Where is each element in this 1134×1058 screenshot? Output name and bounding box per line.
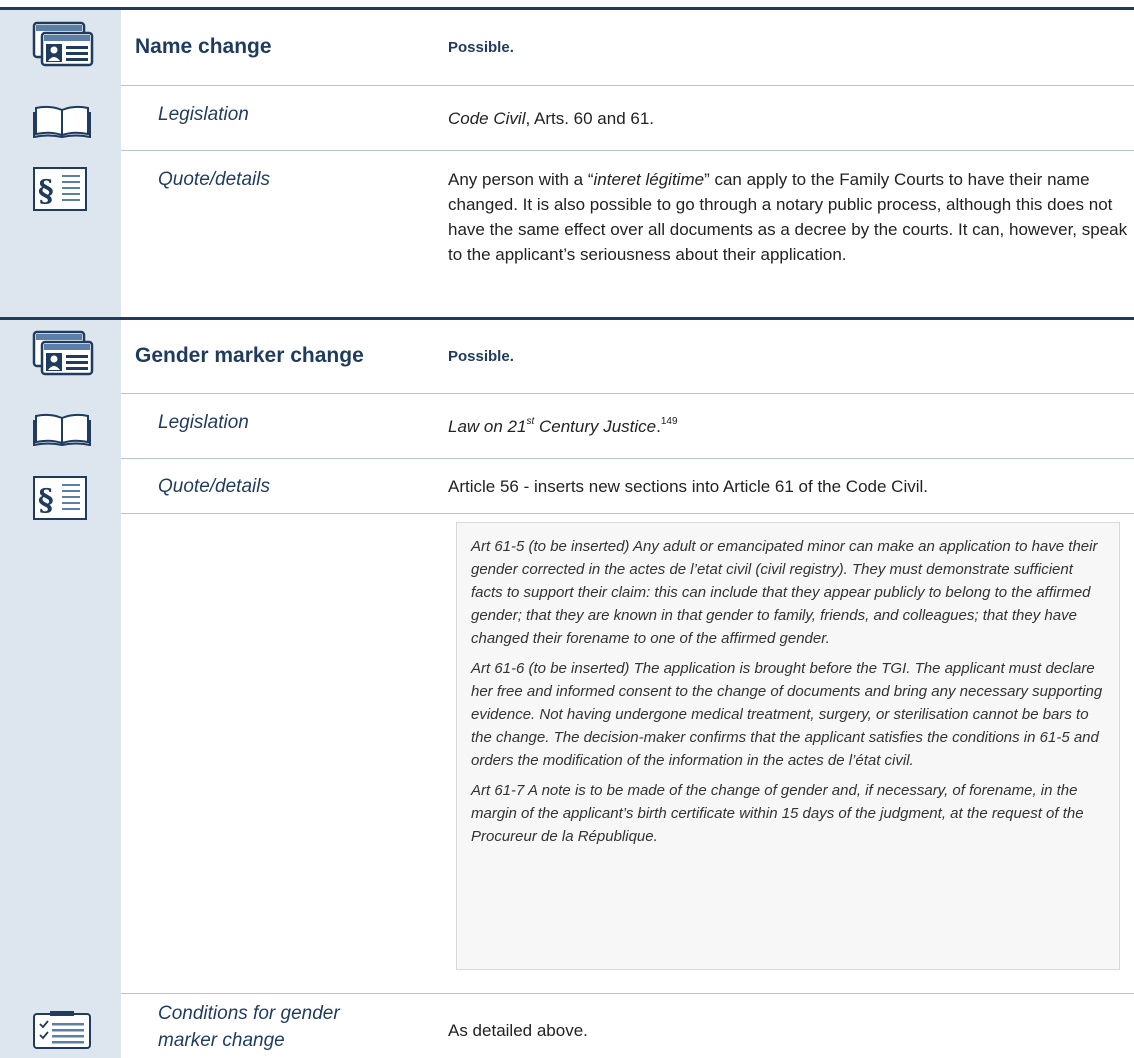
paragraph-document-icon: § (32, 166, 88, 217)
checklist-icon (32, 1010, 92, 1055)
legislation-title: Law on 21st Century Justice (448, 417, 657, 437)
page: Name change Possible. Legislation Code C… (0, 0, 1134, 1058)
section-rule (0, 317, 1134, 320)
conditions-label-line1: Conditions for gender (158, 1003, 340, 1024)
details-term: interet légitime (593, 170, 705, 189)
svg-text:§: § (38, 483, 54, 518)
legislation-articles: , Arts. 60 and 61. (525, 109, 655, 128)
divider (121, 85, 1134, 86)
conditions-label-line2: marker change (158, 1030, 285, 1051)
section-title: Gender marker change (135, 344, 364, 367)
legislation-title: Code Civil (448, 109, 526, 128)
details-label: Quote/details (158, 476, 270, 497)
book-icon (32, 412, 92, 451)
conditions-label: Conditions for gender marker change (158, 1000, 340, 1054)
paragraph-document-icon: § (32, 475, 88, 526)
legislation-label: Legislation (158, 412, 249, 433)
details-text: Article 56 - inserts new sections into A… (448, 477, 928, 496)
status-value: Possible. (448, 348, 514, 365)
legislation-title-start: Law on 21 (448, 417, 527, 436)
id-card-icon (32, 21, 94, 72)
section-rule (0, 7, 1134, 10)
divider (121, 150, 1134, 151)
legislation-title-end: Century Justice (534, 417, 657, 436)
svg-text:§: § (38, 174, 54, 209)
quote-paragraph: Art 61-6 (to be inserted) The applicatio… (471, 660, 1103, 769)
quote-paragraph: Art 61-5 (to be inserted) Any adult or e… (471, 538, 1098, 647)
legislation-label: Legislation (158, 104, 249, 125)
conditions-value: As detailed above. (448, 1021, 588, 1040)
id-card-icon (32, 330, 94, 381)
details-label: Quote/details (158, 169, 270, 190)
quote-box: Art 61-5 (to be inserted) Any adult or e… (456, 522, 1120, 970)
divider (121, 458, 1134, 459)
legislation-value: Code Civil, Arts. 60 and 61. (448, 106, 1128, 131)
quote-paragraph: Art 61-7 A note is to be made of the cha… (471, 782, 1084, 845)
footnote-ref: 149 (660, 416, 678, 427)
section-title: Name change (135, 35, 272, 58)
details-text-start: Any person with a “ (448, 170, 594, 189)
book-icon (32, 104, 92, 143)
divider (121, 513, 1134, 514)
divider (121, 993, 1134, 994)
divider (121, 393, 1134, 394)
legislation-value: Law on 21st Century Justice.149 (448, 414, 1128, 439)
status-value: Possible. (448, 39, 514, 56)
details-text: Any person with a “interet légitime” can… (448, 167, 1128, 267)
